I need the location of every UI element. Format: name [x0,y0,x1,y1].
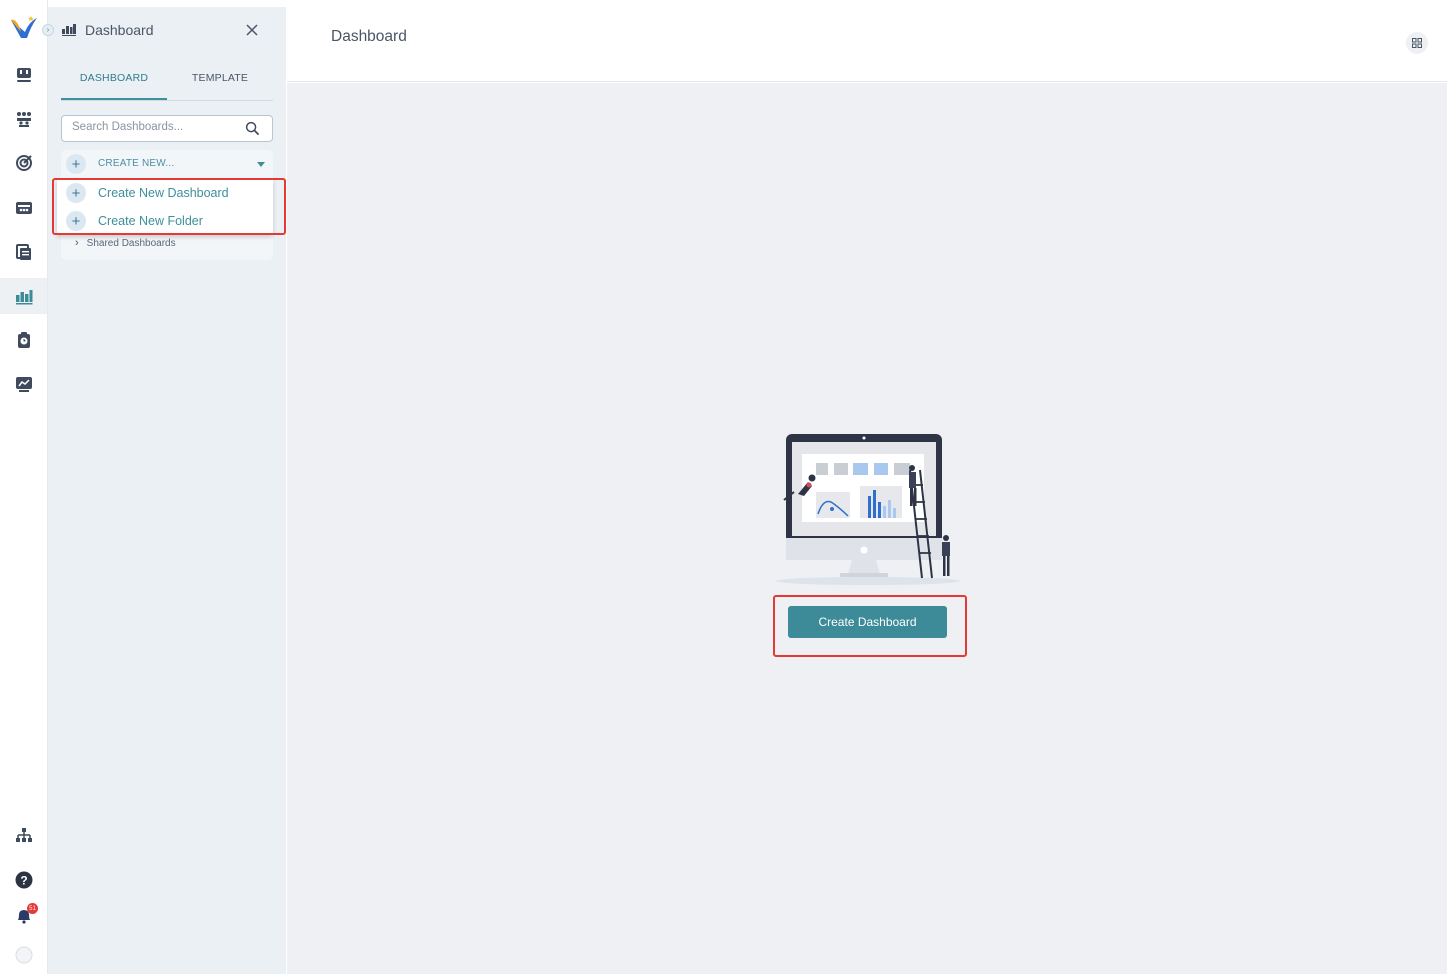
caret-down-icon [257,162,265,167]
dashboard-icon [62,24,76,36]
help-icon: ? [15,871,32,889]
reports-icon [15,377,32,392]
plus-icon: + [66,154,86,174]
chevron-right-icon: › [75,237,79,249]
search-box [61,115,273,142]
rail-item-board[interactable] [0,57,47,93]
documents-icon [15,244,31,260]
menu-item-label: Create New Dashboard [98,186,229,200]
page-title: Dashboard [331,28,407,45]
create-new-dropdown: + Create New Dashboard + Create New Fold… [57,179,273,235]
grid-icon [1412,38,1422,48]
create-new-dashboard-item[interactable]: + Create New Dashboard [57,179,273,207]
rail-item-reports[interactable] [0,366,47,402]
create-dashboard-button[interactable]: Create Dashboard [788,606,947,638]
empty-dashboard-illustration [776,434,960,585]
app-logo-icon[interactable] [9,12,39,42]
rail-item-documents[interactable] [0,234,47,270]
rail-item-team[interactable] [0,101,47,137]
panel-tabs: DASHBOARD TEMPLATE [61,65,273,101]
tab-dashboard[interactable]: DASHBOARD [61,65,167,100]
search-input[interactable] [72,121,242,133]
rail-item-org-chart[interactable] [0,818,47,854]
grid-view-button[interactable] [1406,32,1428,54]
rail-item-help[interactable]: ? [0,862,47,898]
notification-badge: 51 [27,903,38,914]
tab-template[interactable]: TEMPLATE [167,65,273,100]
rail-item-profile[interactable] [0,937,47,973]
avatar-icon [15,946,32,964]
search-icon[interactable] [245,121,260,136]
panel-title: Dashboard [85,22,154,38]
shared-dashboards-label: Shared Dashboards [86,238,176,249]
timesheet-icon [17,332,30,348]
board-icon [16,68,31,82]
close-icon[interactable] [244,22,260,38]
team-icon [16,112,31,127]
dashboard-side-panel: Dashboard DASHBOARD TEMPLATE + CREATE NE… [48,7,286,974]
dashboard-icon [15,290,32,305]
expand-rail-button[interactable]: › [42,24,54,36]
icon-rail: › ? 51 [0,0,54,974]
main-header: Dashboard [287,0,1447,82]
rail-item-goals[interactable] [0,145,47,181]
inbox-icon [15,202,32,214]
panel-header: Dashboard [48,7,286,55]
create-new-label: CREATE NEW... [98,158,175,169]
target-icon [15,155,32,171]
rail-item-notifications[interactable] [0,897,47,933]
rail-item-inbox[interactable] [0,190,47,226]
create-new-folder-item[interactable]: + Create New Folder [57,207,273,235]
svg-text:?: ? [20,874,27,888]
shared-dashboards-folder[interactable]: › Shared Dashboards [75,237,176,249]
rail-item-dashboard[interactable] [0,278,47,314]
org-chart-icon [15,828,32,842]
plus-icon: + [66,183,86,203]
rail-item-timesheet[interactable] [0,322,47,358]
create-new-menu[interactable]: + CREATE NEW... [61,150,273,178]
plus-icon: + [66,211,86,231]
menu-item-label: Create New Folder [98,214,203,228]
